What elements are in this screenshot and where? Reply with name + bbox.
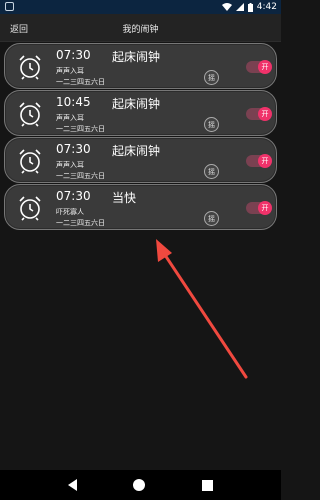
toggle-knob: 开: [258, 60, 272, 74]
alarm-item[interactable]: 10:45 起床闹钟 声声入耳 一二三四五六日 摇 开: [4, 90, 277, 136]
toggle-knob: 开: [258, 107, 272, 121]
nav-back-icon[interactable]: [68, 479, 78, 491]
alarm-clock-icon: [19, 55, 41, 80]
alarm-clock-icon: [19, 196, 41, 221]
status-bar: 4:42: [0, 0, 281, 14]
alarm-sound: 声声入耳: [56, 161, 84, 169]
shake-button[interactable]: 摇: [204, 211, 219, 226]
alarm-clock-icon: [19, 102, 41, 127]
status-time: 4:42: [256, 2, 277, 12]
wifi-icon: [221, 3, 232, 11]
alarm-sound: 吓死寡人: [56, 208, 84, 216]
alarm-sound: 声声入耳: [56, 114, 84, 122]
alarm-item[interactable]: 07:30 起床闹钟 声声入耳 一二三四五六日 摇 开: [4, 43, 277, 89]
alarm-days: 一二三四五六日: [56, 125, 105, 133]
shake-button[interactable]: 摇: [204, 117, 219, 132]
shake-button[interactable]: 摇: [204, 70, 219, 85]
alarm-toggle[interactable]: 开: [246, 107, 272, 121]
app-bar: 返回 我的闹钟: [0, 14, 281, 42]
alarm-time: 07:30: [56, 189, 91, 203]
toggle-knob: 开: [258, 201, 272, 215]
toggle-knob: 开: [258, 154, 272, 168]
alarm-days: 一二三四五六日: [56, 78, 105, 86]
alarm-toggle[interactable]: 开: [246, 60, 272, 74]
alarm-time: 07:30: [56, 48, 91, 62]
alarm-list: 07:30 起床闹钟 声声入耳 一二三四五六日 摇 开 10:45 起床闹钟 声…: [4, 43, 277, 231]
nav-home-icon[interactable]: [133, 479, 146, 491]
alarm-sound: 声声入耳: [56, 67, 84, 75]
status-icons: 4:42: [221, 0, 277, 14]
alarm-name: 起床闹钟: [112, 97, 161, 111]
alarm-time: 07:30: [56, 142, 91, 156]
signal-icon: [235, 3, 244, 11]
nav-recent-apps-icon[interactable]: [201, 479, 213, 491]
alarm-item[interactable]: 07:30 起床闹钟 声声入耳 一二三四五六日 摇 开: [4, 137, 277, 183]
alarm-name: 当快: [112, 191, 137, 205]
alarm-toggle[interactable]: 开: [246, 201, 272, 215]
alarm-name: 起床闹钟: [112, 144, 161, 158]
alarm-item[interactable]: 07:30 当快 吓死寡人 一二三四五六日 摇 开: [4, 184, 277, 230]
shake-button[interactable]: 摇: [204, 164, 219, 179]
notification-icon: [5, 2, 14, 11]
navigation-bar: [0, 470, 281, 500]
alarm-days: 一二三四五六日: [56, 172, 105, 180]
alarm-toggle[interactable]: 开: [246, 154, 272, 168]
alarm-days: 一二三四五六日: [56, 219, 105, 227]
alarm-clock-icon: [19, 149, 41, 174]
battery-icon: [247, 2, 253, 12]
alarm-name: 起床闹钟: [112, 50, 161, 64]
alarm-time: 10:45: [56, 95, 91, 109]
page-title: 我的闹钟: [122, 25, 159, 35]
